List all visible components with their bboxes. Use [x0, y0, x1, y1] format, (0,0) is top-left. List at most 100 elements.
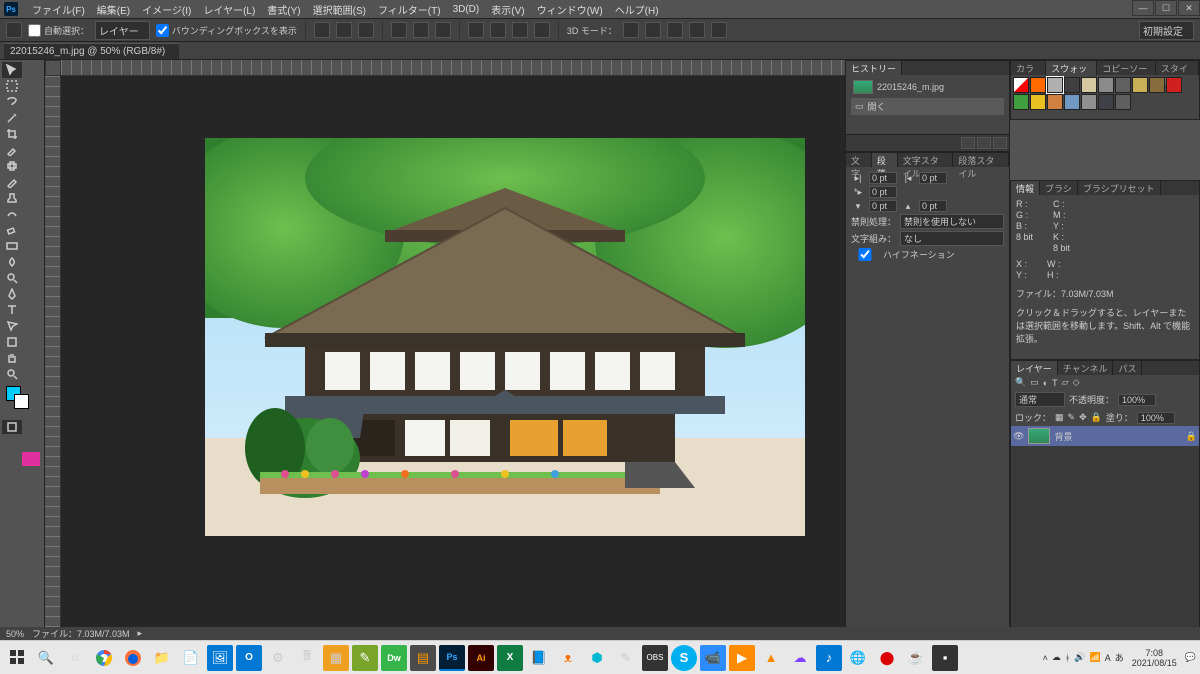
adobe-icon[interactable]: ✎	[352, 645, 378, 671]
app-icon[interactable]: 📘	[526, 645, 552, 671]
space-before-input[interactable]	[869, 200, 897, 212]
zoom-tool[interactable]	[2, 366, 22, 382]
swatch-item[interactable]	[1098, 94, 1114, 110]
photos-icon[interactable]: 🖼	[207, 645, 233, 671]
3d-icon[interactable]	[623, 22, 639, 38]
filter-type-icon[interactable]: T	[1052, 378, 1058, 388]
swatch-item[interactable]	[1166, 77, 1182, 93]
search-icon[interactable]: 🔍	[33, 645, 59, 671]
kinsoku-select[interactable]: 禁則を使用しない	[900, 214, 1004, 229]
swatch-item[interactable]	[1098, 77, 1114, 93]
paths-tab[interactable]: パス	[1113, 361, 1142, 375]
channels-tab[interactable]: チャンネル	[1058, 361, 1114, 375]
lock-pos-icon[interactable]: ✥	[1079, 412, 1087, 423]
notepad-icon[interactable]: 📄	[178, 645, 204, 671]
color-tab[interactable]: カラー	[1011, 61, 1046, 75]
fill-input[interactable]: 100%	[1137, 412, 1175, 424]
indent-left-input[interactable]	[869, 172, 897, 184]
terminal-icon[interactable]: ▪	[932, 645, 958, 671]
visibility-icon[interactable]: 👁	[1013, 431, 1024, 442]
type-tool[interactable]	[2, 302, 22, 318]
swatch-item[interactable]	[1081, 94, 1097, 110]
swatch-item[interactable]	[1047, 94, 1063, 110]
info-tab[interactable]: 情報	[1011, 181, 1040, 195]
settings-icon[interactable]: ⚙	[265, 645, 291, 671]
lasso-tool[interactable]	[2, 94, 22, 110]
lock-trans-icon[interactable]: ▦	[1055, 412, 1064, 423]
calc-icon[interactable]: 🖩	[294, 645, 320, 671]
heal-tool[interactable]	[2, 158, 22, 174]
background-color[interactable]	[14, 394, 29, 409]
3d-icon[interactable]	[689, 22, 705, 38]
document-canvas[interactable]	[205, 138, 805, 536]
document-tab[interactable]: 22015246_m.jpg @ 50% (RGB/8#)	[4, 43, 179, 59]
record-icon[interactable]: ⬤	[874, 645, 900, 671]
style-tab[interactable]: スタイル	[1156, 61, 1199, 75]
space-after-input[interactable]	[919, 200, 947, 212]
indent-first-input[interactable]	[869, 186, 897, 198]
menu-layer[interactable]: レイヤー(L)	[197, 2, 261, 17]
swatch-item[interactable]	[1047, 77, 1063, 93]
blend-mode-select[interactable]: 通常	[1015, 392, 1065, 407]
workspace-switcher[interactable]: 初期設定	[1139, 21, 1194, 40]
ruler-horizontal[interactable]	[61, 60, 845, 76]
media-icon[interactable]: ▶	[729, 645, 755, 671]
align-icon[interactable]	[314, 22, 330, 38]
app-icon[interactable]: ⬢	[584, 645, 610, 671]
notifications-icon[interactable]: 💬	[1185, 652, 1196, 663]
mojikumi-select[interactable]: なし	[900, 231, 1004, 246]
menu-filter[interactable]: フィルター(T)	[372, 2, 447, 17]
filter-icon[interactable]: 🔍	[1015, 377, 1026, 388]
status-arrow-icon[interactable]: ▸	[138, 628, 143, 639]
vlc-icon[interactable]: ▲	[758, 645, 784, 671]
distribute-icon[interactable]	[413, 22, 429, 38]
wand-tool[interactable]	[2, 110, 22, 126]
bbox-check[interactable]	[156, 24, 169, 37]
obs-icon[interactable]: OBS	[642, 645, 668, 671]
firefox-icon[interactable]	[120, 645, 146, 671]
filter-smart-icon[interactable]: ◇	[1073, 377, 1080, 388]
indent-right-input[interactable]	[919, 172, 947, 184]
explorer-icon[interactable]: 📁	[149, 645, 175, 671]
ruler-vertical[interactable]	[45, 76, 61, 648]
opacity-input[interactable]: 100%	[1118, 394, 1156, 406]
swatch-item[interactable]	[1115, 94, 1131, 110]
tool-preset-icon[interactable]	[6, 22, 22, 38]
para-tab[interactable]: 段落	[872, 153, 898, 167]
swatch-item[interactable]	[1030, 77, 1046, 93]
clone-tab[interactable]: コピーソース	[1097, 61, 1156, 75]
photoshop-icon[interactable]: Ps	[439, 645, 465, 671]
eyedropper-tool[interactable]	[2, 142, 22, 158]
history-brush-tool[interactable]	[2, 206, 22, 222]
max-button[interactable]: ☐	[1155, 0, 1177, 16]
globe-icon[interactable]: 🌐	[845, 645, 871, 671]
hand-tool[interactable]	[2, 350, 22, 366]
app-icon[interactable]: ☁	[787, 645, 813, 671]
skype-icon[interactable]: S	[671, 645, 697, 671]
shape-tool[interactable]	[2, 334, 22, 350]
lock-pixel-icon[interactable]: ✎	[1068, 412, 1076, 423]
align-icon[interactable]	[336, 22, 352, 38]
menu-help[interactable]: ヘルプ(H)	[609, 2, 665, 17]
swatch-item[interactable]	[1081, 77, 1097, 93]
swatch-item[interactable]	[1013, 94, 1029, 110]
gradient-tool[interactable]	[2, 238, 22, 254]
3d-icon[interactable]	[667, 22, 683, 38]
auto-select-check[interactable]	[28, 24, 41, 37]
tray-bluetooth-icon[interactable]: ᚼ	[1065, 653, 1070, 663]
menu-file[interactable]: ファイル(F)	[26, 2, 91, 17]
arrange-icon[interactable]	[534, 22, 550, 38]
distribute-icon[interactable]	[435, 22, 451, 38]
start-button[interactable]	[4, 645, 30, 671]
arrange-icon[interactable]	[512, 22, 528, 38]
brushpreset-tab[interactable]: ブラシプリセット	[1078, 181, 1161, 195]
char-tab[interactable]: 文字	[846, 153, 872, 167]
layers-tab[interactable]: レイヤー	[1011, 361, 1058, 375]
music-icon[interactable]: ♪	[816, 645, 842, 671]
tray-ime-icon[interactable]: A	[1105, 653, 1111, 663]
layer-thumb[interactable]	[1028, 428, 1050, 444]
app-icon[interactable]: ☕	[903, 645, 929, 671]
hyphen-check[interactable]	[851, 248, 879, 261]
tray-ime2-icon[interactable]: あ	[1115, 651, 1124, 664]
swatch-item[interactable]	[1115, 77, 1131, 93]
